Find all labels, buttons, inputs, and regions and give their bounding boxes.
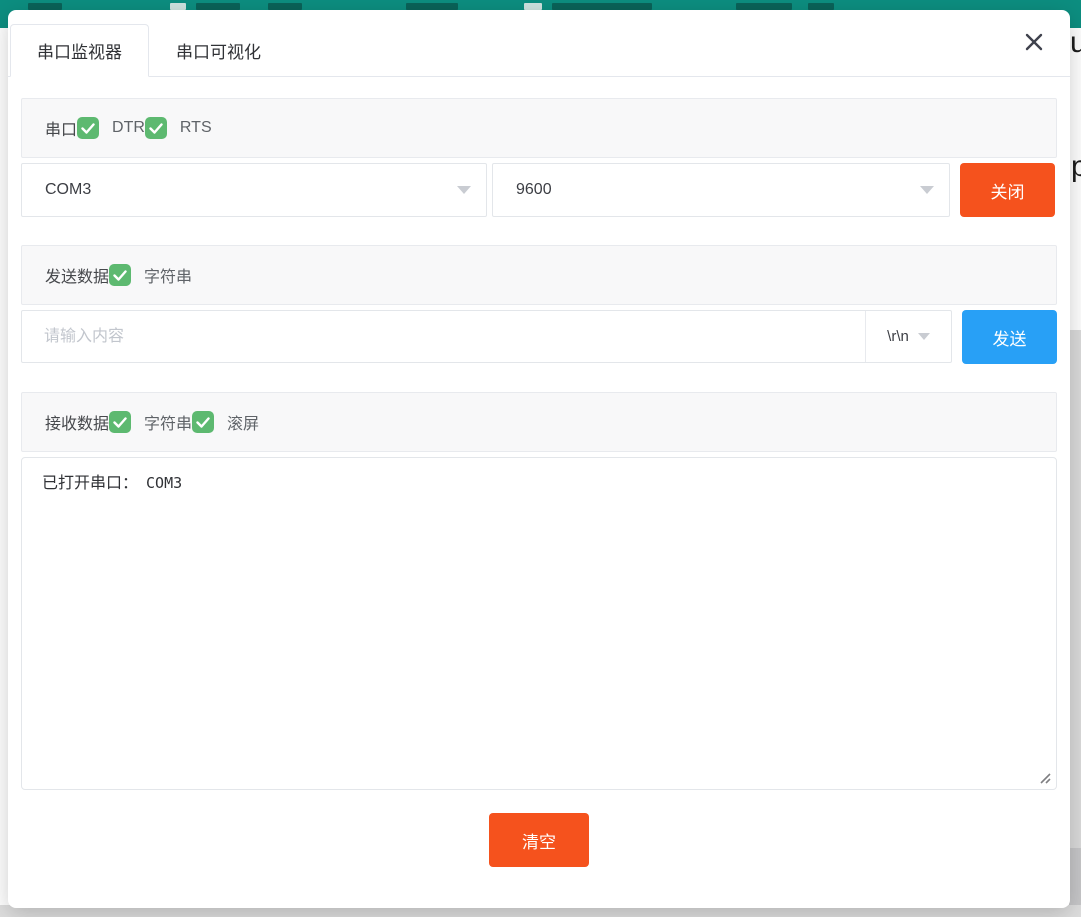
check-icon [196,417,210,428]
close-icon [1023,31,1045,53]
serial-section-label: 串口 [45,116,77,140]
menubar-fragment-icon [170,3,186,10]
autoscroll-checkbox-group[interactable]: 滚屏 [192,410,259,434]
line-ending-select[interactable]: \r\n [865,311,951,362]
send-input-wrap: \r\n [21,310,952,363]
send-section-header: 发送数据 字符串 [21,245,1057,305]
rts-checkbox-group[interactable]: RTS [145,117,212,139]
send-button[interactable]: 发送 [962,310,1057,364]
dtr-checkbox-group[interactable]: DTR [77,117,145,139]
menubar-fragment [268,3,302,10]
send-section-label: 发送数据 [45,263,109,287]
send-string-checkbox[interactable] [109,264,131,286]
dialog-tabs: 串口监视器 串口可视化 [8,24,1070,77]
menubar-fragment [28,3,62,10]
tab-serial-monitor[interactable]: 串口监视器 [10,24,149,77]
baud-rate-select[interactable]: 9600 [492,163,950,217]
background-clipped-text: u [1070,28,1081,58]
baud-select-value: 9600 [516,181,552,199]
check-icon [149,123,163,134]
tab-serial-plotter[interactable]: 串口可视化 [149,24,288,77]
menubar-fragment [406,3,458,10]
dtr-checkbox-label: DTR [112,119,145,137]
port-select[interactable]: COM3 [21,163,487,217]
receive-output-area[interactable]: 已打开串口： COM3 [21,457,1057,790]
tab-label: 串口可视化 [176,38,261,63]
resize-handle-icon[interactable] [1038,771,1051,784]
check-icon [113,270,127,281]
dialog-close-button[interactable] [1020,28,1048,56]
receive-string-checkbox[interactable] [109,411,131,433]
receive-string-checkbox-label: 字符串 [144,410,192,434]
send-input[interactable] [22,311,865,362]
rts-checkbox-label: RTS [180,119,212,137]
send-data-row: \r\n 发送 [21,310,1057,364]
autoscroll-checkbox[interactable] [192,411,214,433]
menubar-fragment [736,3,792,10]
receive-section-header: 接收数据 字符串 滚屏 [21,392,1057,452]
chevron-down-icon [918,333,930,340]
serial-monitor-dialog: 串口监视器 串口可视化 串口 DTR RTS CO [8,10,1070,908]
receive-string-checkbox-group[interactable]: 字符串 [109,410,192,434]
port-config-row: COM3 9600 关闭 [21,163,1057,217]
port-select-value: COM3 [45,181,91,199]
tab-label: 串口监视器 [37,38,122,63]
background-right-panel [1069,330,1081,917]
chevron-down-icon [920,186,934,194]
menubar-fragment [808,3,834,10]
output-port-value: COM3 [146,474,182,492]
send-string-checkbox-label: 字符串 [144,263,192,287]
check-icon [113,417,127,428]
menubar-fragment-icon [524,3,542,10]
port-close-button[interactable]: 关闭 [960,163,1055,217]
output-text: 已打开串口： [42,475,138,492]
autoscroll-checkbox-label: 滚屏 [227,410,259,434]
background-clipped-text: p [1071,152,1081,182]
line-ending-value: \r\n [887,328,909,345]
clear-button[interactable]: 清空 [489,813,589,867]
send-string-checkbox-group[interactable]: 字符串 [109,263,192,287]
menubar-fragment [552,3,652,10]
serial-section-header: 串口 DTR RTS [21,98,1057,158]
menubar-fragment [196,3,240,10]
receive-section-label: 接收数据 [45,410,109,434]
clear-button-row: 清空 [21,813,1057,867]
check-icon [81,123,95,134]
dtr-checkbox[interactable] [77,117,99,139]
rts-checkbox[interactable] [145,117,167,139]
chevron-down-icon [457,186,471,194]
